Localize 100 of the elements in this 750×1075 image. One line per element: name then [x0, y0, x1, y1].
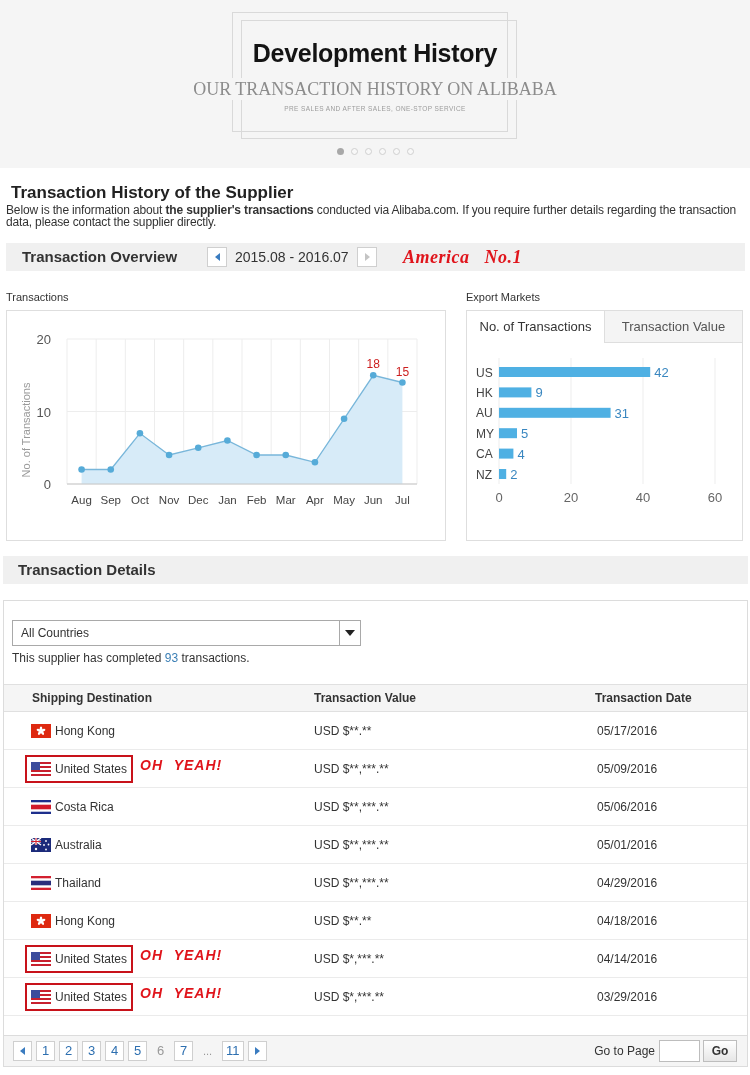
axis-tick-label: Dec [188, 494, 209, 506]
country-name: United States [55, 988, 128, 1006]
data-point [136, 429, 144, 437]
page-button[interactable]: 1 [36, 1041, 55, 1061]
chart-annotation: 18 [366, 357, 380, 372]
country-name: United States [55, 950, 128, 968]
country-name: Australia [55, 836, 102, 854]
data-label: 4 [517, 446, 525, 462]
chart-label: Transactions [6, 290, 70, 304]
table-cell-text: USD $*,***.** [314, 950, 386, 968]
axis-tick-label: May [333, 494, 355, 506]
chart-label: Export Markets [466, 290, 541, 304]
handwritten-note: OH YEAH! [140, 984, 223, 1003]
country-name: United States [55, 760, 128, 778]
section-title: Transaction Overview [22, 246, 179, 267]
current-page: 6 [155, 1042, 166, 1061]
page-button[interactable]: 5 [128, 1041, 147, 1061]
table-cell-text: USD $**,***.** [314, 798, 390, 816]
axis-tick-label: 0 [43, 477, 51, 492]
previous-page-button[interactable] [13, 1041, 32, 1061]
data-point [78, 466, 85, 473]
axis-tick-label: Feb [246, 494, 267, 506]
table-cell-text: USD $**.** [314, 722, 373, 740]
country-select[interactable]: All Countries [12, 620, 361, 646]
handwritten-note: America No.1 [403, 245, 522, 269]
category-label: HK [476, 385, 493, 400]
column-header: Shipping Destination [31, 690, 153, 707]
bar [499, 469, 507, 479]
flag-icon [31, 875, 51, 890]
axis-tick-label: Sep [100, 494, 121, 506]
table-cell-text: 04/18/2016 [596, 912, 659, 930]
page-number-field[interactable] [659, 1040, 700, 1062]
table-cell-text: 05/06/2016 [596, 798, 659, 816]
period-range: 2015.08 - 2016.07 [235, 247, 349, 267]
column-header: Transaction Date [595, 690, 693, 707]
bar [499, 428, 517, 439]
flag-icon [31, 723, 51, 738]
axis-tick-label: Jun [364, 494, 383, 506]
country-name: Hong Kong [55, 912, 116, 930]
axis-tick-label: Mar [275, 494, 296, 506]
axis-tick-label: 0 [495, 490, 503, 505]
table-cell-text: 04/14/2016 [596, 950, 659, 968]
page-button[interactable]: 4 [105, 1041, 124, 1061]
axis-tick-label: Nov [158, 494, 180, 506]
country-name: Costa Rica [55, 798, 114, 816]
data-label: 31 [614, 405, 630, 421]
bar [499, 387, 532, 398]
handwritten-note: OH YEAH! [140, 756, 223, 775]
data-point [340, 415, 348, 423]
intro-text: Below is the information about the supplier's transactions conducted via Alibaba.com. If you require further details regarding the transaction data, please contact the supplier directly. [6, 204, 737, 228]
flag-icon [31, 951, 51, 966]
axis-tick-label: Aug [71, 494, 92, 506]
data-point [165, 451, 173, 459]
handwritten-note: OH YEAH! [140, 946, 223, 965]
data-label: 42 [654, 365, 669, 380]
axis-tick-label: 20 [563, 490, 579, 505]
previous-period-button[interactable] [207, 247, 227, 267]
axis-tick-label: 40 [635, 490, 651, 505]
flag-icon [31, 761, 51, 776]
next-page-button[interactable] [247, 1041, 267, 1061]
page-button[interactable]: 11 [222, 1041, 244, 1061]
table-cell-text: 05/09/2016 [596, 760, 659, 778]
data-point [194, 444, 202, 452]
section-title: Transaction Details [18, 559, 156, 580]
bar [499, 448, 514, 459]
page-button[interactable]: 7 [174, 1041, 193, 1061]
page-button[interactable]: 2 [59, 1041, 78, 1061]
tab[interactable]: Transaction Value [604, 311, 742, 343]
transaction-count-link[interactable]: 93 [164, 651, 179, 665]
data-point [282, 451, 290, 459]
category-label: CA [476, 447, 493, 462]
go-button[interactable]: Go [703, 1040, 737, 1062]
category-label: US [476, 365, 493, 380]
axis-title: No. of Transactions [20, 382, 32, 478]
column-header: Transaction Value [314, 690, 418, 707]
banner-title: Development History [252, 38, 498, 68]
chart-annotation: 15 [395, 364, 410, 379]
table-cell-text: USD $**.** [314, 912, 373, 930]
country-name: Hong Kong [55, 722, 116, 740]
data-label: 5 [521, 426, 529, 442]
transaction-summary: This supplier has completed 93 transactions. [11, 651, 251, 665]
table-cell-text: USD $*,***.** [314, 988, 386, 1006]
pagination-ellipsis: ... [201, 1043, 214, 1059]
axis-tick-label: Apr [305, 494, 324, 506]
data-point [311, 458, 319, 466]
table-cell-text: 05/17/2016 [596, 722, 659, 740]
caret-right-icon [254, 1047, 260, 1055]
go-to-page-label: Go to Page [594, 1043, 655, 1060]
data-label: 9 [535, 385, 543, 401]
axis-tick-label: 10 [36, 404, 51, 420]
flag-icon [31, 837, 51, 852]
page-button[interactable]: 3 [82, 1041, 101, 1061]
caret-left-icon [20, 1047, 25, 1055]
section-heading: Transaction History of the Supplier [10, 183, 295, 203]
flag-icon [31, 913, 51, 928]
country-name: Thailand [55, 874, 102, 892]
caret-right-icon [364, 253, 370, 261]
data-point [253, 451, 260, 459]
table-cell-text: USD $**,***.** [314, 874, 390, 892]
table-cell-text: USD $**,***.** [314, 836, 390, 854]
